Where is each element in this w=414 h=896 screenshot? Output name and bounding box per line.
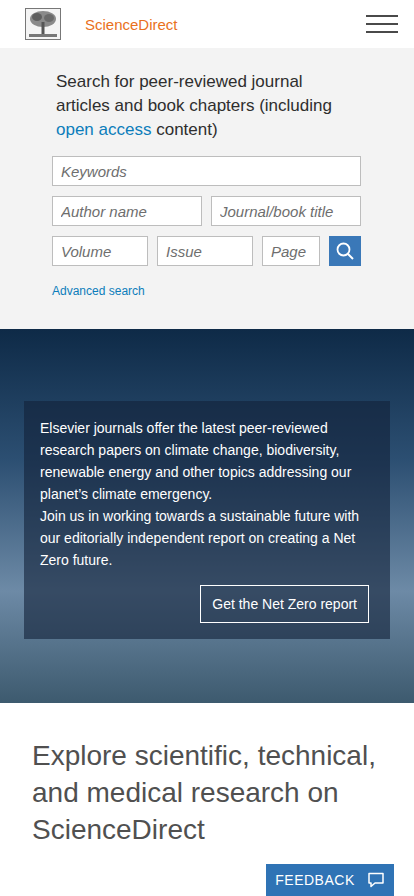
magnifier-icon [336, 242, 354, 260]
net-zero-banner: Elsevier journals offer the latest peer-… [0, 329, 414, 703]
search-field[interactable] [52, 236, 148, 266]
search-field[interactable] [52, 156, 361, 186]
field-row [52, 156, 361, 186]
field-row [52, 196, 361, 226]
heading-line: and medical research on [32, 774, 382, 811]
heading-line: ScienceDirect [32, 811, 382, 848]
explore-heading: Explore scientific, technical,and medica… [32, 737, 382, 848]
hamburger-icon [366, 15, 398, 33]
banner-text: Join us in working towards a sustainable… [40, 505, 374, 571]
explore-section: Explore scientific, technical,and medica… [0, 703, 414, 888]
field-row [52, 236, 361, 266]
search-form [52, 156, 361, 266]
banner-text: Elsevier journals offer the latest peer-… [40, 417, 374, 505]
search-intro: Search for peer-reviewed journal article… [56, 70, 361, 142]
top-bar: ScienceDirect [0, 0, 414, 48]
banner-actions: Get the Net Zero report [40, 585, 374, 623]
feedback-label: FEEDBACK [275, 872, 354, 888]
banner-card: Elsevier journals offer the latest peer-… [24, 401, 390, 639]
speech-bubble-icon [367, 872, 385, 888]
search-field[interactable] [211, 196, 361, 226]
logo-text: ScienceDirect [85, 16, 178, 33]
page: ScienceDirect Search for peer-reviewed j… [0, 0, 414, 888]
search-button[interactable] [329, 236, 361, 266]
advanced-search-link[interactable]: Advanced search [52, 284, 145, 298]
heading-line: Explore scientific, technical, [32, 737, 382, 774]
search-section: Search for peer-reviewed journal article… [0, 48, 414, 329]
search-field[interactable] [157, 236, 253, 266]
open-access-link[interactable]: open access [56, 120, 151, 139]
menu-button[interactable] [366, 15, 398, 33]
search-field[interactable] [52, 196, 202, 226]
elsevier-tree-icon [25, 8, 61, 40]
net-zero-report-button[interactable]: Get the Net Zero report [200, 585, 369, 623]
search-field[interactable] [262, 236, 320, 266]
brand[interactable]: ScienceDirect [25, 8, 178, 40]
feedback-button[interactable]: FEEDBACK [266, 864, 394, 896]
